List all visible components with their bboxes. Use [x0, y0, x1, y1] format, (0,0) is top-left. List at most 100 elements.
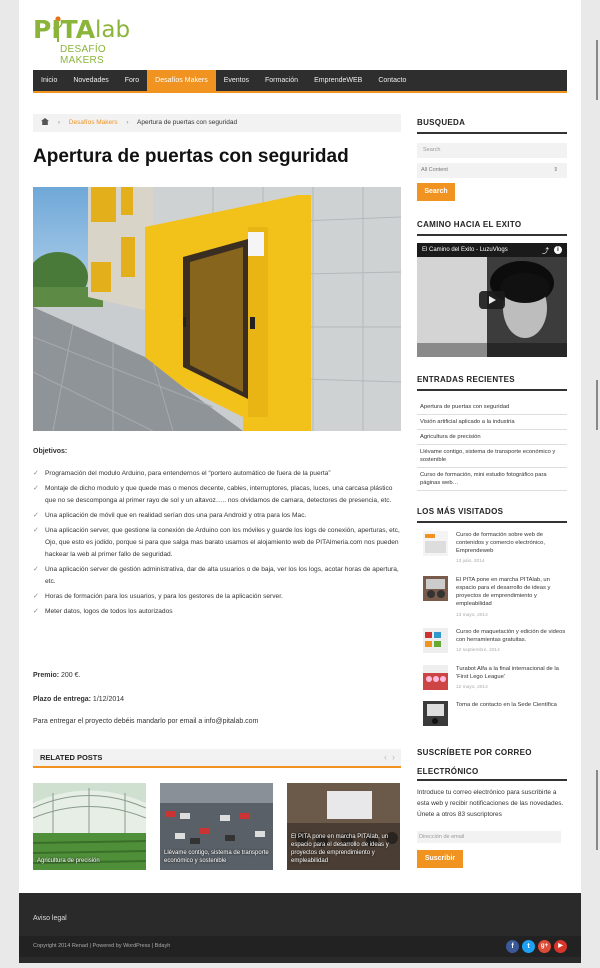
delivery-note: Para entregar el proyecto debéis mandarl…	[33, 718, 259, 725]
subscriber-count: Únete a otros 83 suscriptores	[417, 811, 502, 818]
visited-post-date: 13 julio, 2014	[456, 559, 485, 564]
chevron-right-icon: ›	[57, 119, 60, 126]
carousel-arrows: ‹ ›	[384, 752, 395, 762]
check-icon: ✓	[33, 470, 39, 477]
objectives-list: ✓ Programación del modulo Arduino, para e…	[33, 468, 401, 618]
post-content: Objetivos: ✓ Programación del modulo Ardu…	[33, 446, 401, 621]
google-plus-icon[interactable]: g+	[538, 940, 551, 953]
scrollbar-thumb[interactable]	[596, 380, 598, 430]
nav-item-formacion[interactable]: Formación	[257, 70, 306, 91]
recent-post-link[interactable]: Agricultura de precisión	[417, 430, 567, 445]
chevron-right-icon[interactable]: ›	[392, 752, 395, 762]
related-post-card[interactable]: El PITA pone en marcha PITAlab, un espac…	[287, 783, 400, 870]
check-icon: ✓	[33, 512, 39, 519]
related-post-card[interactable]: Agricultura de precisión	[33, 783, 146, 870]
related-post-caption: Llévame contigo, sistema de transporte e…	[164, 850, 269, 864]
search-button[interactable]: Search	[417, 183, 455, 201]
related-posts-title: RELATED POSTS	[40, 753, 103, 762]
share-icon[interactable]: ⤴	[542, 246, 549, 256]
recent-post-link[interactable]: Llévame contigo, sistema de transporte e…	[417, 445, 567, 468]
list-item: ✓ Meter datos, logos de todos los autoriz…	[33, 606, 401, 618]
email-field[interactable]: Dirección de email	[417, 831, 561, 843]
widget-title-subscribe: SUSCRÍBETE POR CORREO ELECTRÓNICO	[417, 748, 532, 776]
facebook-icon[interactable]: f	[506, 940, 519, 953]
scrollbar-thumb[interactable]	[596, 770, 598, 850]
post-thumbnail	[423, 665, 448, 690]
footer-bottom-bar: Copyright 2014 Renad | Powered by WordPr…	[19, 936, 581, 957]
related-post-caption: Agricultura de precisión	[37, 858, 100, 864]
deadline-label: Plazo de entrega:	[33, 696, 91, 703]
post-thumbnail	[423, 628, 448, 653]
visited-post-link[interactable]: Curso de maquetación y edición de videos…	[456, 628, 566, 644]
recent-post-link[interactable]: Visión artificial aplicado a la industri…	[417, 415, 567, 430]
visited-post-date: 12 mayo, 2014	[456, 685, 488, 690]
post-thumbnail	[423, 576, 448, 601]
check-icon: ✓	[33, 566, 39, 573]
breadcrumb-current: Apertura de puertas con seguridad	[137, 119, 238, 126]
list-item: ✓ Programación del modulo Arduino, para e…	[33, 468, 401, 480]
subscribe-description: Introduce tu correo electrónico para sus…	[417, 787, 567, 820]
search-scope-select[interactable]: All Content ⇕	[417, 163, 567, 178]
visited-post-link[interactable]: El PITA pone en marcha PITAlab, un espac…	[456, 576, 566, 608]
logo-text-suffix: lab	[95, 17, 131, 43]
related-post-card[interactable]: Llévame contigo, sistema de transporte e…	[160, 783, 273, 870]
copyright-text: Copyright 2014 Renad | Powered by WordPr…	[33, 943, 171, 949]
visited-post-link[interactable]: Curso de formación sobre web de contenid…	[456, 531, 566, 555]
visited-post-date: 12 septiembre, 2014	[456, 648, 500, 653]
widget-title-visited: LOS MÁS VISITADOS	[417, 507, 567, 523]
visited-post-link[interactable]: Turabot Alfa a la final internacional de…	[456, 665, 566, 681]
nav-item-emprendeweb[interactable]: EmprendeWEB	[306, 70, 370, 91]
subscribe-button[interactable]: Suscribir	[417, 850, 463, 868]
twitter-icon[interactable]: t	[522, 940, 535, 953]
home-icon[interactable]	[41, 118, 49, 125]
check-icon: ✓	[33, 593, 39, 600]
video-title: El Camino del Exito - LuzuVlogs	[422, 247, 508, 253]
footer-legal-link[interactable]: Aviso legal	[33, 915, 67, 922]
deadline-line: Plazo de entrega: 1/12/2014	[33, 696, 124, 703]
site-footer: Aviso legal Copyright 2014 Renad | Power…	[19, 893, 581, 963]
logo-text-main: PITA	[33, 15, 96, 44]
widget-title-search: BUSQUEDA	[417, 118, 567, 134]
nav-item-desafios-makers[interactable]: Desafíos Makers	[147, 70, 216, 91]
list-item: ✓ Una aplicación server, que gestione la …	[33, 527, 400, 558]
youtube-icon[interactable]: ▶	[554, 940, 567, 953]
visited-post-link[interactable]: Toma de contacto en la Sede Científica	[456, 701, 566, 709]
nav-item-inicio[interactable]: Inicio	[33, 70, 65, 91]
nav-item-contacto[interactable]: Contacto	[370, 70, 414, 91]
site-logo[interactable]: PITA lab DESAFÍO MAKERS	[33, 15, 143, 66]
post-thumbnail	[423, 701, 448, 726]
play-button[interactable]	[479, 291, 505, 309]
nav-item-foro[interactable]: Foro	[117, 70, 147, 91]
recent-post-link[interactable]: Curso de formación, mini estudio fotográ…	[417, 468, 567, 491]
related-post-caption: El PITA pone en marcha PITAlab, un espac…	[291, 834, 389, 864]
nav-item-novedades[interactable]: Novedades	[65, 70, 116, 91]
widget-title-recent: ENTRADAS RECIENTES	[417, 375, 567, 391]
check-icon: ✓	[33, 485, 39, 492]
list-item: ✓ Una aplicación server de gestión admini…	[33, 566, 399, 585]
chevron-left-icon[interactable]: ‹	[384, 752, 387, 762]
recent-posts-list: Apertura de puertas con seguridad Visión…	[417, 400, 567, 491]
logo-tagline: DESAFÍO MAKERS	[60, 44, 106, 66]
widget-divider	[417, 779, 567, 781]
widget-title-video: CAMINO HACIA EL EXITO	[417, 220, 567, 236]
chevron-down-icon: ⇕	[553, 167, 558, 173]
list-item: ✓ Montaje de dicho modulo y que quede mas…	[33, 485, 393, 504]
nav-item-eventos[interactable]: Eventos	[216, 70, 257, 91]
search-input[interactable]: Search	[417, 143, 567, 158]
check-icon: ✓	[33, 527, 39, 534]
info-icon[interactable]: i	[554, 246, 562, 254]
list-item: ✓ Horas de formación para los usuarios, y…	[33, 591, 401, 603]
play-icon	[489, 296, 496, 304]
check-icon: ✓	[33, 608, 39, 615]
scrollbar-thumb[interactable]	[596, 40, 598, 100]
prize-line: Premio: 200 €.	[33, 672, 80, 679]
post-featured-image	[33, 187, 401, 431]
chevron-right-icon: ›	[126, 119, 129, 126]
deadline-value: 1/12/2014	[92, 696, 125, 703]
video-player[interactable]: El Camino del Exito - LuzuVlogs ⤴ i	[417, 243, 567, 357]
breadcrumb-section-link[interactable]: Desafíos Makers	[69, 119, 118, 126]
recent-post-link[interactable]: Apertura de puertas con seguridad	[417, 400, 567, 415]
main-nav: Inicio Novedades Foro Desafíos Makers Ev…	[33, 70, 567, 93]
breadcrumb: › Desafíos Makers › Apertura de puertas …	[33, 114, 401, 132]
page-title: Apertura de puertas con seguridad	[33, 146, 349, 167]
